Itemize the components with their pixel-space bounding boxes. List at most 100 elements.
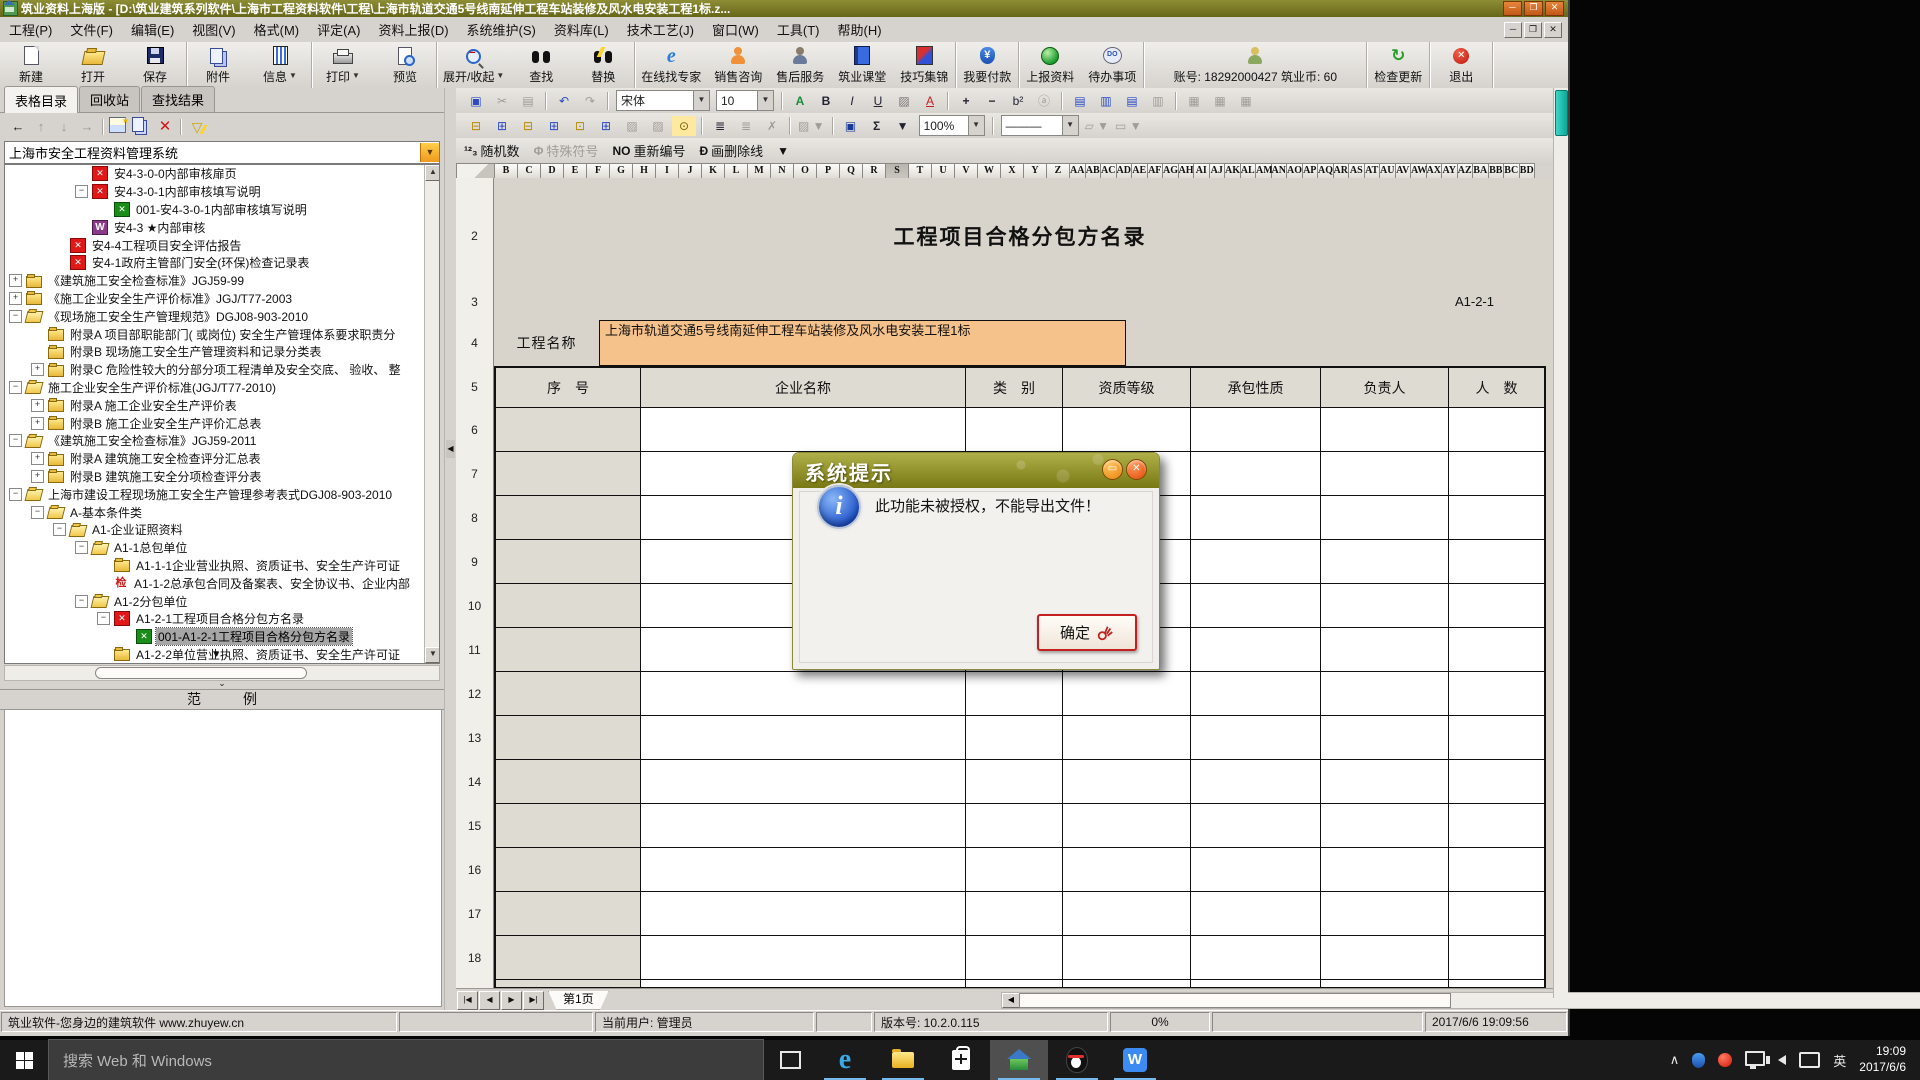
sheet-vertical-scrollbar[interactable] xyxy=(1553,88,1568,998)
tree-item[interactable]: +附录A 施工企业安全生产评价表 xyxy=(5,396,425,414)
table-header-cell[interactable]: 承包性质 xyxy=(1191,366,1321,408)
dialog-close-icon[interactable]: ✕ xyxy=(1126,459,1147,480)
table-cell[interactable] xyxy=(1321,540,1449,584)
sum-dropdown-button[interactable]: ▼ xyxy=(891,116,915,136)
table-cell[interactable] xyxy=(494,716,641,760)
tool-重新编号[interactable]: NO重新编号 xyxy=(612,141,685,160)
increase-button[interactable]: + xyxy=(954,91,978,111)
menu-item[interactable]: 技术工艺(J) xyxy=(618,17,703,42)
table-cell[interactable] xyxy=(1449,760,1546,804)
table-cell[interactable] xyxy=(966,936,1063,980)
table-header-cell[interactable]: 负责人 xyxy=(1321,366,1449,408)
tab-表格目录[interactable]: 表格目录 xyxy=(4,86,78,113)
toolbar-copy-button[interactable]: 附件 xyxy=(187,42,249,88)
mdi-minimize-icon[interactable]: ─ xyxy=(1504,22,1522,38)
toolbar-person-orange-button[interactable]: 销售咨询 xyxy=(707,42,769,88)
first-sheet-button[interactable]: |◀ xyxy=(457,991,478,1010)
security-tray-icon[interactable] xyxy=(1718,1053,1732,1067)
expand-icon[interactable]: + xyxy=(31,470,44,483)
highlight-button[interactable]: ▨ xyxy=(892,91,916,111)
row-header[interactable]: 6 xyxy=(456,408,494,453)
toolbar-binoculars-button[interactable]: 查找 xyxy=(510,42,572,88)
row-header[interactable]: 18 xyxy=(456,936,494,981)
nav-down-button[interactable]: ↓ xyxy=(54,117,74,137)
tree-item[interactable]: ✕安4-3-0-0内部审核扉页 xyxy=(5,165,425,183)
touch-keyboard-icon[interactable] xyxy=(1799,1052,1820,1068)
collapse-icon[interactable]: − xyxy=(31,506,44,519)
toolbar-book-color-button[interactable]: 技巧集锦 xyxy=(893,42,955,88)
table-cell[interactable] xyxy=(494,496,641,540)
table-cell[interactable] xyxy=(1449,848,1546,892)
italic-button[interactable]: I xyxy=(840,91,864,111)
table-cell[interactable] xyxy=(966,804,1063,848)
collapse-icon[interactable]: − xyxy=(75,185,88,198)
toolbar-mag-collapse-button[interactable]: 展开/收起▼ xyxy=(437,42,510,88)
menu-item[interactable]: 视图(V) xyxy=(183,17,244,42)
bold-button[interactable]: B xyxy=(814,91,838,111)
toolbar-folder-open-button[interactable]: 打开 xyxy=(62,42,124,88)
table-cell[interactable] xyxy=(1321,584,1449,628)
prev-sheet-button[interactable]: ◀ xyxy=(479,991,500,1010)
table-cell[interactable] xyxy=(1321,628,1449,672)
table-cell[interactable] xyxy=(641,672,966,716)
table-cell[interactable] xyxy=(494,540,641,584)
menu-item[interactable]: 评定(A) xyxy=(308,17,369,42)
table-cell[interactable] xyxy=(1321,892,1449,936)
toolbar-update-button[interactable]: ↻检查更新 xyxy=(1367,42,1429,88)
expand-icon[interactable]: + xyxy=(9,274,22,287)
insert-row-below-button[interactable]: ⊞ xyxy=(542,116,566,136)
tree-item[interactable]: −✕A1-2-1工程项目合格分包方名录 xyxy=(5,610,425,628)
project-name-label[interactable]: 工程名称 xyxy=(494,320,599,366)
row-header[interactable]: 16 xyxy=(456,848,494,893)
table-cell[interactable] xyxy=(494,804,641,848)
table-cell[interactable] xyxy=(1449,936,1546,980)
menu-item[interactable]: 资料上报(D) xyxy=(369,17,457,42)
paste-button[interactable]: ▤ xyxy=(516,91,540,111)
underline-button[interactable]: U xyxy=(866,91,890,111)
row-header[interactable]: 14 xyxy=(456,760,494,805)
table-cell[interactable] xyxy=(1191,716,1321,760)
collapse-icon[interactable]: − xyxy=(97,612,110,625)
tool-随机数[interactable]: ¹²₃随机数 xyxy=(464,141,520,160)
tree-item[interactable]: −《现场施工安全生产管理规范》DGJ08-903-2010 xyxy=(5,307,425,325)
minimize-button[interactable]: ─ xyxy=(1503,1,1522,16)
taskbar-store[interactable] xyxy=(932,1040,990,1080)
align-left-button[interactable]: ▤ xyxy=(1068,91,1092,111)
catalog-select[interactable]: 上海市安全工程资料管理系统 ▼ xyxy=(4,141,440,164)
table-cell[interactable] xyxy=(1191,496,1321,540)
shield-icon[interactable] xyxy=(1692,1053,1705,1068)
table-cell[interactable] xyxy=(641,408,966,452)
tree-item[interactable]: −A1-2分包单位 xyxy=(5,592,425,610)
menu-item[interactable]: 文件(F) xyxy=(61,17,122,42)
table-cell[interactable] xyxy=(1191,408,1321,452)
table-cell[interactable] xyxy=(1191,848,1321,892)
expand-icon[interactable]: + xyxy=(31,417,44,430)
table-cell[interactable] xyxy=(1191,804,1321,848)
nav-left-button[interactable]: ← xyxy=(8,117,28,137)
table-cell[interactable] xyxy=(1063,936,1191,980)
table-cell[interactable] xyxy=(966,408,1063,452)
toolbar-floppy-button[interactable]: 保存 xyxy=(124,42,186,88)
tab-回收站[interactable]: 回收站 xyxy=(79,86,140,112)
menu-item[interactable]: 窗口(W) xyxy=(703,17,768,42)
toolbar-todo-button[interactable]: DO待办事项 xyxy=(1081,42,1143,88)
tool-dropdown[interactable]: ▼ xyxy=(777,144,792,158)
row-header[interactable]: 17 xyxy=(456,892,494,937)
table-cell[interactable] xyxy=(1449,584,1546,628)
table-cell[interactable] xyxy=(641,804,966,848)
table-cell[interactable] xyxy=(966,980,1063,988)
close-button[interactable]: ✕ xyxy=(1545,1,1564,16)
insert-row-above-button[interactable]: ⊞ xyxy=(490,116,514,136)
table-cell[interactable] xyxy=(1321,980,1449,988)
table-cell[interactable] xyxy=(641,892,966,936)
toolbar-person-gray-button[interactable]: 售后服务 xyxy=(769,42,831,88)
toolbar-shield-button[interactable]: ¥我要付款 xyxy=(956,42,1018,88)
chevron-down-icon[interactable]: ▼ xyxy=(693,91,709,110)
table-cell[interactable] xyxy=(1321,936,1449,980)
table-cell[interactable] xyxy=(494,936,641,980)
collapse-icon[interactable]: − xyxy=(9,434,22,447)
border-outside-button[interactable]: ▦ xyxy=(1208,91,1232,111)
row-header[interactable]: 8 xyxy=(456,496,494,541)
lock-button[interactable]: ⊙ xyxy=(672,116,696,136)
chevron-down-icon[interactable]: ▼ xyxy=(757,91,773,110)
